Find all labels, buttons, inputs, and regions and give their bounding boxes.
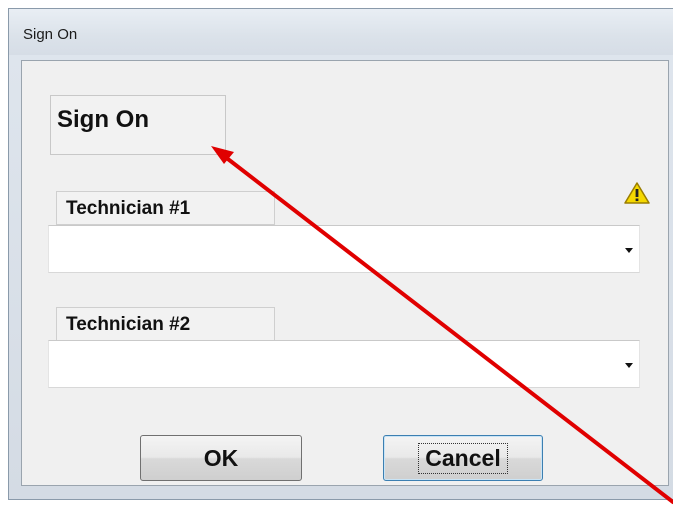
- ok-button[interactable]: OK: [140, 435, 302, 481]
- chevron-down-icon[interactable]: [625, 248, 633, 253]
- technician-2-label: Technician #2: [66, 314, 191, 335]
- technician-2-dropdown[interactable]: [48, 340, 640, 388]
- cancel-button[interactable]: Cancel: [383, 435, 543, 481]
- technician-1-dropdown[interactable]: [48, 225, 640, 273]
- cancel-button-label: Cancel: [418, 442, 508, 474]
- warning-icon: [624, 182, 650, 204]
- technician-2-label-box: Technician #2: [56, 307, 275, 341]
- technician-1-label-box: Technician #1: [56, 191, 275, 225]
- sign-on-dialog: Sign On Sign On Technician #1 Technician…: [8, 8, 673, 500]
- dialog-heading: Sign On: [57, 106, 149, 133]
- title-bar[interactable]: Sign On: [9, 9, 673, 55]
- technician-1-label: Technician #1: [66, 198, 191, 219]
- chevron-down-icon[interactable]: [625, 363, 633, 368]
- heading-panel: Sign On: [50, 95, 226, 155]
- window-title: Sign On: [23, 26, 78, 43]
- dialog-body: Sign On Technician #1 Technician #2 OK C…: [21, 60, 669, 486]
